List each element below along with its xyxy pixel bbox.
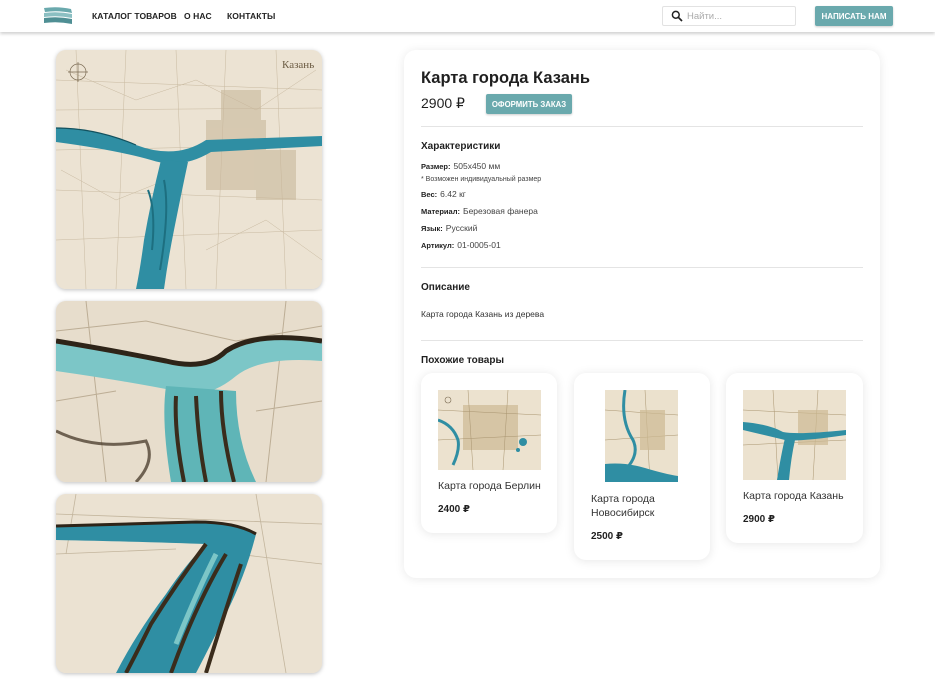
description-text: Карта города Казань из дерева <box>421 309 545 319</box>
spec-language: Язык: Русский <box>421 223 477 233</box>
search-box <box>662 6 796 26</box>
similar-item-image[interactable] <box>743 390 846 480</box>
similar-item-name[interactable]: Карта города Новосибирск <box>591 492 701 520</box>
similar-item-berlin[interactable]: Карта города Берлин 2400 ₽ <box>421 373 557 533</box>
similar-item-image[interactable] <box>438 390 541 470</box>
spec-size-note: * Возможен индивидуальный размер <box>421 176 542 183</box>
nav-about[interactable]: О НАС <box>184 11 212 21</box>
similar-item-novosibirsk[interactable]: Карта города Новосибирск 2500 ₽ <box>574 373 710 560</box>
spec-weight-value: 6.42 кг <box>440 189 466 199</box>
spec-sku-label: Артикул: <box>421 241 455 250</box>
product-photo-detail-1[interactable] <box>56 301 322 482</box>
similar-item-name[interactable]: Карта города Берлин <box>438 479 548 493</box>
similar-item-kazan[interactable]: Карта города Казань 2900 ₽ <box>726 373 863 543</box>
spec-weight-label: Вес: <box>421 190 438 199</box>
product-card: Карта города Казань 2900 ₽ ОФОРМИТЬ ЗАКА… <box>404 50 880 578</box>
similar-title: Похожие товары <box>421 355 505 366</box>
spec-size-label: Размер: <box>421 162 451 171</box>
site-header: КАТАЛОГ ТОВАРОВ О НАС КОНТАКТЫ НАПИСАТЬ … <box>0 0 935 32</box>
search-icon[interactable] <box>671 10 683 22</box>
similar-item-image[interactable] <box>605 390 678 482</box>
spec-language-label: Язык: <box>421 224 443 233</box>
product-title: Карта города Казань <box>421 69 590 87</box>
nav-contacts[interactable]: КОНТАКТЫ <box>227 11 275 21</box>
similar-item-price: 2500 ₽ <box>591 531 623 542</box>
divider <box>421 340 863 341</box>
similar-item-name[interactable]: Карта города Казань <box>743 489 853 503</box>
contact-us-button[interactable]: НАПИСАТЬ НАМ <box>815 6 893 26</box>
spec-material-label: Материал: <box>421 207 460 216</box>
spec-size-value: 505x450 мм <box>453 161 501 171</box>
description-title: Описание <box>421 282 470 293</box>
spec-sku-value: 01-0005-01 <box>457 240 501 250</box>
specs-title: Характеристики <box>421 141 501 152</box>
order-button[interactable]: ОФОРМИТЬ ЗАКАЗ <box>486 94 572 114</box>
product-price: 2900 ₽ <box>421 95 465 111</box>
product-photo-main[interactable]: Казань <box>56 50 322 289</box>
product-photo-detail-2[interactable] <box>56 494 322 673</box>
similar-item-price: 2900 ₽ <box>743 514 775 525</box>
similar-item-price: 2400 ₽ <box>438 504 470 515</box>
spec-size: Размер: 505x450 мм <box>421 161 500 171</box>
logo-icon[interactable] <box>43 6 73 26</box>
spec-weight: Вес: 6.42 кг <box>421 189 466 199</box>
nav-catalog[interactable]: КАТАЛОГ ТОВАРОВ <box>92 11 177 21</box>
spec-sku: Артикул: 01-0005-01 <box>421 240 501 250</box>
divider <box>421 126 863 127</box>
spec-language-value: Русский <box>445 223 478 233</box>
map-label: Казань <box>282 59 314 71</box>
divider <box>421 267 863 268</box>
search-input[interactable] <box>687 9 791 23</box>
spec-material-value: Березовая фанера <box>462 206 538 216</box>
spec-material: Материал: Березовая фанера <box>421 206 538 216</box>
